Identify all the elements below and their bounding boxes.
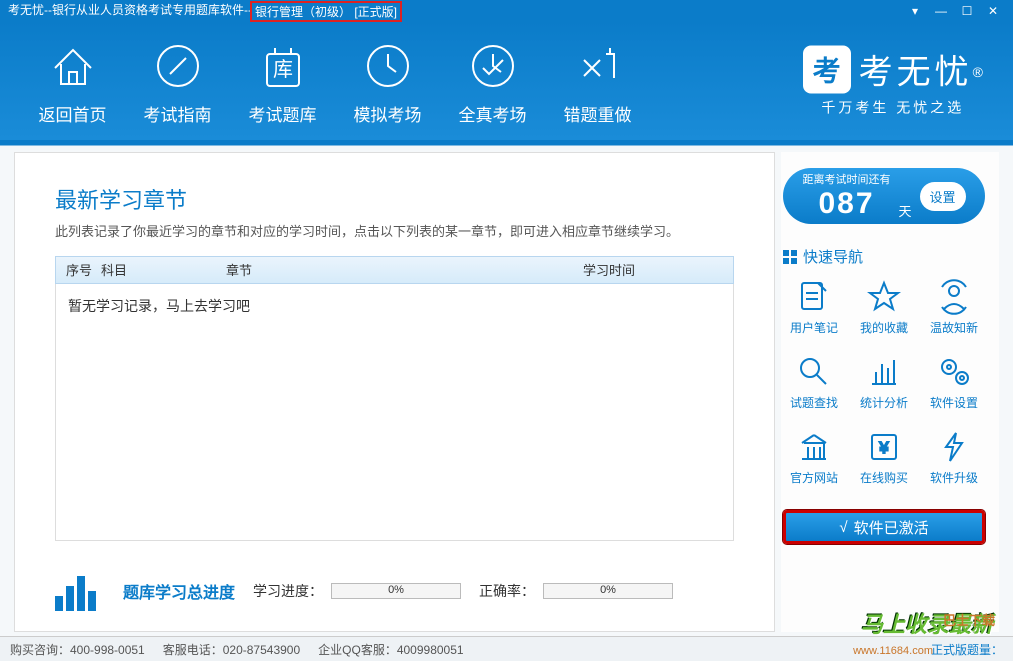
svg-text:库: 库 bbox=[273, 58, 293, 81]
correct-label: 正确率： bbox=[479, 581, 535, 601]
title-highlight: 银行管理（初级） [正式版] bbox=[250, 1, 402, 22]
quicknav-notes[interactable]: 用户笔记 bbox=[783, 279, 845, 336]
correct-progress-bar: 0% bbox=[543, 583, 673, 599]
search-icon bbox=[796, 354, 832, 390]
status-buy: 购买咨询：400-998-0051 bbox=[10, 641, 145, 658]
check-icon: √ bbox=[839, 519, 847, 536]
status-right[interactable]: 正式版题量： bbox=[931, 641, 1003, 658]
nav-redo[interactable]: 错题重做 bbox=[555, 37, 640, 126]
maximize-icon[interactable]: ☐ bbox=[955, 4, 979, 18]
brand: 考 考无忧® 千万考生 无忧之选 bbox=[803, 45, 983, 118]
content-area: 最新学习章节 此列表记录了你最近学习的章节和对应的学习时间，点击以下列表的某一章… bbox=[0, 140, 1013, 636]
col-chapter: 章节 bbox=[226, 260, 583, 279]
app-window: 考无忧--银行从业人员资格考试专用题库软件-- 银行管理（初级） [正式版] ▾… bbox=[0, 0, 1013, 661]
countdown-number: 087 bbox=[818, 187, 874, 221]
study-label: 学习进度： bbox=[253, 581, 323, 601]
progress-title: 题库学习总进度 bbox=[123, 579, 235, 603]
countdown: 距离考试时间还有 087 天 设置 bbox=[783, 168, 985, 224]
quicknav-settings[interactable]: 软件设置 bbox=[923, 354, 985, 411]
quicknav-search[interactable]: 试题查找 bbox=[783, 354, 845, 411]
title-prefix: 考无忧--银行从业人员资格考试专用题库软件-- bbox=[8, 1, 252, 22]
nav-real[interactable]: 全真考场 bbox=[450, 37, 535, 126]
main-toolbar: 返回首页 考试指南 库 考试题库 模拟考场 全真考场 错题重做 bbox=[0, 22, 1013, 140]
section-desc: 此列表记录了你最近学习的章节和对应的学习时间，点击以下列表的某一章节，即可进入相… bbox=[55, 221, 734, 240]
quicknav-website[interactable]: 官方网站 bbox=[783, 429, 845, 486]
clock-icon bbox=[362, 40, 414, 92]
money-icon: ¥ bbox=[866, 429, 902, 465]
svg-text:¥: ¥ bbox=[879, 440, 889, 457]
quicknav-grid: 用户笔记 我的收藏 温故知新 试题查找 统计分析 软件设置 官方网站 ¥在线购买… bbox=[783, 279, 985, 486]
refresh-person-icon bbox=[936, 279, 972, 315]
gear-icon bbox=[936, 354, 972, 390]
home-icon bbox=[47, 40, 99, 92]
note-icon bbox=[796, 279, 832, 315]
brand-name: 考无忧 bbox=[859, 54, 973, 92]
library-icon: 库 bbox=[257, 40, 309, 92]
quicknav-purchase[interactable]: ¥在线购买 bbox=[853, 429, 915, 486]
col-idx: 序号 bbox=[56, 260, 101, 279]
countdown-days: 天 bbox=[898, 201, 911, 220]
titlebar: 考无忧--银行从业人员资格考试专用题库软件-- 银行管理（初级） [正式版] ▾… bbox=[0, 0, 1013, 22]
grid-icon bbox=[783, 250, 797, 264]
quicknav-favorites[interactable]: 我的收藏 bbox=[853, 279, 915, 336]
clock-check-icon bbox=[467, 40, 519, 92]
right-panel: 距离考试时间还有 087 天 设置 快速导航 用户笔记 我的收藏 温故知新 试题… bbox=[781, 152, 999, 632]
dropdown-icon[interactable]: ▾ bbox=[903, 4, 927, 18]
nav-bank[interactable]: 库 考试题库 bbox=[240, 37, 325, 126]
brand-logo: 考 bbox=[803, 45, 851, 93]
close-icon[interactable]: ✕ bbox=[981, 4, 1005, 18]
nav-mock[interactable]: 模拟考场 bbox=[345, 37, 430, 126]
stats-icon bbox=[866, 354, 902, 390]
table-body: 暂无学习记录，马上去学习吧 bbox=[55, 284, 734, 541]
bar-chart-icon bbox=[55, 571, 105, 611]
section-title: 最新学习章节 bbox=[55, 183, 734, 215]
nav-home[interactable]: 返回首页 bbox=[30, 37, 115, 126]
col-subject: 科目 bbox=[101, 260, 226, 279]
window-controls: ▾ — ☐ ✕ bbox=[903, 4, 1005, 18]
statusbar: 购买咨询：400-998-0051 客服电话：020-87543900 企业QQ… bbox=[0, 636, 1013, 661]
study-progress-bar: 0% bbox=[331, 583, 461, 599]
countdown-label: 距离考试时间还有 bbox=[802, 171, 890, 187]
col-time: 学习时间 bbox=[583, 260, 733, 279]
star-icon bbox=[866, 279, 902, 315]
empty-message: 暂无学习记录，马上去学习吧 bbox=[68, 298, 250, 314]
quicknav-review[interactable]: 温故知新 bbox=[923, 279, 985, 336]
quicknav-upgrade[interactable]: 软件升级 bbox=[923, 429, 985, 486]
nav-guide[interactable]: 考试指南 bbox=[135, 37, 220, 126]
main-panel: 最新学习章节 此列表记录了你最近学习的章节和对应的学习时间，点击以下列表的某一章… bbox=[14, 152, 775, 632]
redo-icon bbox=[572, 40, 624, 92]
quicknav-stats[interactable]: 统计分析 bbox=[853, 354, 915, 411]
building-icon bbox=[796, 429, 832, 465]
activated-button[interactable]: √ 软件已激活 bbox=[783, 510, 985, 544]
brand-slogan: 千万考生 无忧之选 bbox=[803, 98, 983, 118]
quicknav-title: 快速导航 bbox=[783, 246, 985, 267]
minimize-icon[interactable]: — bbox=[929, 4, 953, 18]
countdown-settings-button[interactable]: 设置 bbox=[920, 182, 966, 211]
lightning-icon bbox=[936, 429, 972, 465]
compass-icon bbox=[152, 40, 204, 92]
status-qq: 企业QQ客服：4009980051 bbox=[318, 641, 463, 658]
progress-section: 题库学习总进度 学习进度： 0% 正确率： 0% bbox=[55, 541, 734, 611]
table-header: 序号 科目 章节 学习时间 bbox=[55, 256, 734, 284]
status-phone: 客服电话：020-87543900 bbox=[163, 641, 300, 658]
